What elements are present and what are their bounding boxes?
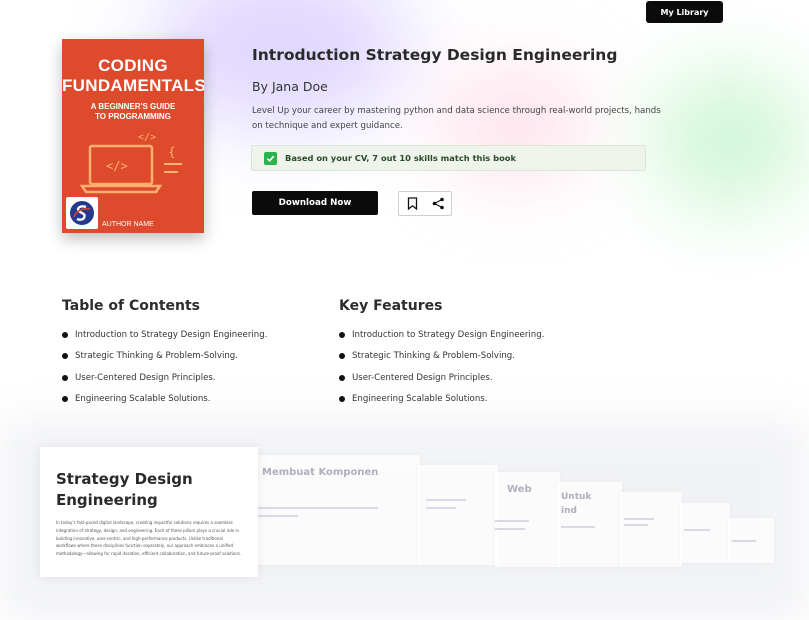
preview-page-ghost[interactable] (620, 492, 682, 567)
toc-item[interactable]: Strategic Thinking & Problem-Solving. (62, 350, 267, 371)
preview-body: In today's fast-paced digital landscape,… (56, 520, 242, 557)
laptop-illustration-icon: </> { </> (80, 132, 182, 194)
skill-match-text: Based on your CV, 7 out 10 skills match … (285, 153, 516, 163)
preview-page-ghost[interactable]: Untuk ind (557, 482, 622, 567)
toc-heading: Table of Contents (62, 298, 201, 314)
feature-item: Strategic Thinking & Problem-Solving. (339, 350, 544, 371)
preview-page-ghost[interactable] (680, 503, 730, 563)
cover-title: CODING FUNDAMENTALS (62, 56, 204, 95)
feature-item: Engineering Scalable Solutions. (339, 393, 544, 414)
preview-page-ghost[interactable] (728, 518, 774, 563)
svg-text:</>: </> (106, 159, 128, 173)
download-button[interactable]: Download Now (252, 191, 378, 215)
background-glow-green (650, 70, 809, 210)
book-title: Introduction Strategy Design Engineering (252, 46, 618, 64)
svg-text:</>: </> (138, 132, 156, 143)
book-description: Level Up your career by mastering python… (252, 106, 661, 131)
preview-page-ghost[interactable] (418, 465, 498, 565)
cover-author: AUTHOR NAME (102, 221, 154, 228)
toc-list: Introduction to Strategy Design Engineer… (62, 329, 267, 414)
book-author: By Jana Doe (252, 79, 328, 94)
check-icon (264, 151, 277, 165)
bookmark-icon[interactable] (405, 197, 419, 211)
book-actions (398, 191, 452, 216)
features-heading: Key Features (339, 298, 443, 314)
features-list: Introduction to Strategy Design Engineer… (339, 329, 544, 414)
feature-item: User-Centered Design Principles. (339, 372, 544, 393)
preview-page-ghost[interactable]: Membuat Komponen (250, 455, 420, 565)
toc-item[interactable]: User-Centered Design Principles. (62, 372, 267, 393)
toc-item[interactable]: Engineering Scalable Solutions. (62, 393, 267, 414)
preview-title: Strategy Design Engineering (56, 470, 193, 509)
publisher-logo-icon (66, 197, 98, 229)
preview-page-ghost[interactable]: Web (495, 472, 560, 567)
feature-item: Introduction to Strategy Design Engineer… (339, 329, 544, 350)
book-cover: CODING FUNDAMENTALS A BEGINNER'S GUIDE T… (62, 39, 204, 233)
my-library-button[interactable]: My Library (646, 1, 723, 23)
preview-page-main[interactable]: Strategy Design Engineering In today's f… (40, 447, 258, 577)
share-icon[interactable] (431, 197, 445, 211)
svg-text:{: { (168, 145, 176, 159)
toc-item[interactable]: Introduction to Strategy Design Engineer… (62, 329, 267, 350)
cover-subtitle: A BEGINNER'S GUIDE TO PROGRAMMING (90, 102, 176, 121)
skill-match-banner: Based on your CV, 7 out 10 skills match … (251, 145, 646, 171)
